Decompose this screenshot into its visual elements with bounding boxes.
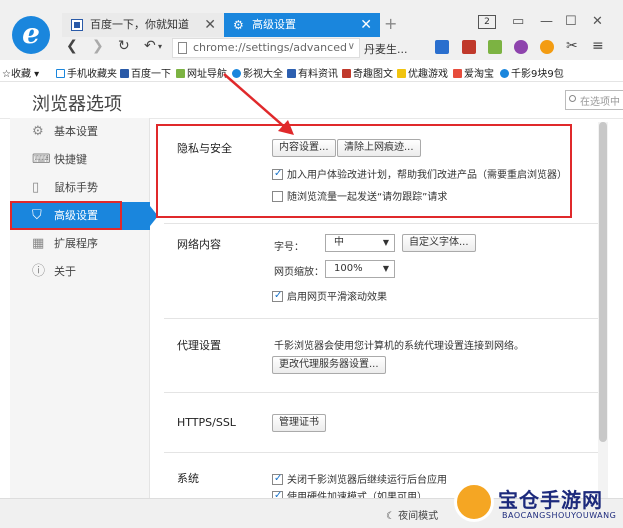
message-icon[interactable]: ▭ xyxy=(512,14,524,29)
keyboard-icon: ⌨ xyxy=(32,152,51,167)
bookmark-item[interactable]: 百度一下 xyxy=(120,65,171,80)
shop-icon xyxy=(500,69,509,78)
menu-icon[interactable]: ≡ xyxy=(592,38,604,54)
annotation-arrow xyxy=(223,73,294,135)
apps-icon[interactable] xyxy=(435,40,449,54)
game-icon[interactable] xyxy=(514,40,528,54)
favorite-icon[interactable] xyxy=(540,40,554,54)
custom-font-button[interactable]: 自定义字体... xyxy=(402,234,476,252)
bookmark-item[interactable]: 千影9块9包 xyxy=(500,65,564,80)
site-watermark: 宝仓手游网 BAOCANGSHOUYOUWANG xyxy=(452,478,623,528)
baidu-favicon-icon xyxy=(71,19,83,31)
image-icon xyxy=(342,69,351,78)
font-size-select[interactable]: 中 ▼ xyxy=(325,234,395,252)
zoom-label: 网页缩放： xyxy=(274,267,324,278)
settings-search-input[interactable]: 在选项中 xyxy=(565,90,623,110)
minimize-icon[interactable]: — xyxy=(540,14,553,29)
bookmark-item[interactable]: 奇趣图文 xyxy=(342,65,393,80)
night-mode-toggle[interactable]: ☾ 夜间模式 xyxy=(386,507,438,522)
address-bar[interactable]: chrome://settings/advanced ∨ xyxy=(172,38,360,58)
bookmark-item[interactable]: 手机收藏夹 xyxy=(56,65,117,80)
settings-scrollbar[interactable] xyxy=(598,122,608,498)
browser-logo[interactable]: e xyxy=(12,16,50,54)
undo-dropdown-icon[interactable]: ▾ xyxy=(158,42,162,51)
star-icon: ☆ xyxy=(2,69,11,80)
address-input[interactable]: chrome://settings/advanced xyxy=(193,41,347,54)
window-count-badge[interactable]: 2 xyxy=(478,15,496,29)
new-tab-button[interactable]: + xyxy=(384,14,397,33)
https-section-label: HTTPS/SSL xyxy=(177,416,236,429)
info-icon: ⓘ xyxy=(32,264,46,279)
section-divider xyxy=(164,223,600,224)
back-icon[interactable]: ❮ xyxy=(66,38,78,54)
chevron-down-icon: ▼ xyxy=(382,264,389,273)
reload-icon[interactable]: ↻ xyxy=(118,38,130,54)
checkbox-checked[interactable] xyxy=(272,290,283,302)
cut-icon[interactable]: ✂ xyxy=(566,38,578,54)
bookmark-item[interactable]: ☆收藏 ▾ xyxy=(2,65,39,80)
bookmark-item[interactable]: 爱淘宝 xyxy=(453,65,494,80)
game-icon xyxy=(397,69,406,78)
close-tab-icon[interactable]: ✕ xyxy=(204,13,216,37)
sidebar-item-about[interactable]: ⓘ 关于 xyxy=(10,258,150,286)
search-icon xyxy=(569,95,576,102)
sidebar-item-shortcuts[interactable]: ⌨ 快捷键 xyxy=(10,146,150,174)
baidu-icon xyxy=(120,69,129,78)
web-content-section-label: 网络内容 xyxy=(177,238,221,251)
bookmarks-bar: ☆收藏 ▾ 手机收藏夹 百度一下 网址导航 影视大全 有料资讯 奇趣图文 优趣游… xyxy=(0,60,623,82)
section-divider xyxy=(164,318,600,319)
change-proxy-button[interactable]: 更改代理服务器设置... xyxy=(272,356,386,374)
sidebar-item-extensions[interactable]: ▦ 扩展程序 xyxy=(10,230,150,258)
sidebar-item-mouse-gestures[interactable]: ▯ 鼠标手势 xyxy=(10,174,150,202)
tab-baidu[interactable]: 百度一下，你就知道 ✕ xyxy=(62,13,224,37)
shopping-icon[interactable] xyxy=(462,40,476,54)
section-divider xyxy=(164,392,600,393)
section-divider xyxy=(164,452,600,453)
moon-icon: ☾ xyxy=(386,511,399,522)
checkbox-checked[interactable] xyxy=(272,473,283,485)
chevron-down-icon[interactable]: ∨ xyxy=(348,41,355,52)
background-apps-checkbox[interactable]: 关闭千影浏览器后继续运行后台应用 xyxy=(272,471,447,486)
chevron-down-icon: ▼ xyxy=(382,238,389,247)
tab-title: 高级设置 xyxy=(252,18,296,31)
gear-icon: ⚙ xyxy=(32,124,44,139)
gear-icon: ⚙ xyxy=(233,18,244,32)
page-icon xyxy=(178,42,187,54)
watermark-mascot-icon xyxy=(454,482,494,522)
advanced-nav-highlight xyxy=(10,201,122,230)
proxy-section-label: 代理设置 xyxy=(177,339,221,352)
close-window-icon[interactable]: ✕ xyxy=(592,14,603,29)
bookmark-item[interactable]: 优趣游戏 xyxy=(397,65,448,80)
sidebar-item-basic[interactable]: ⚙ 基本设置 xyxy=(10,118,150,146)
tab-advanced-settings[interactable]: ⚙ 高级设置 ✕ xyxy=(224,13,380,37)
tab-title: 百度一下，你就知道 xyxy=(90,18,189,31)
mouse-icon: ▯ xyxy=(32,180,40,195)
navigation-icon xyxy=(176,69,185,78)
screenshot-icon[interactable] xyxy=(488,40,502,54)
page-title: 浏览器选项 xyxy=(32,94,122,115)
extensions-icon: ▦ xyxy=(32,236,45,251)
font-size-label: 字号： xyxy=(274,242,304,253)
zoom-select[interactable]: 100% ▼ xyxy=(325,260,395,278)
proxy-description: 千影浏览器会使用您计算机的系统代理设置连接到网络。 xyxy=(274,341,524,352)
undo-icon[interactable]: ↶ xyxy=(144,38,156,54)
phone-icon xyxy=(56,69,65,78)
system-section-label: 系统 xyxy=(177,472,199,485)
taobao-icon xyxy=(453,69,462,78)
browser-titlebar: e 百度一下，你就知道 ✕ ⚙ 高级设置 ✕ + 2 ▭ — ☐ ✕ ❮ ❯ ↻… xyxy=(0,0,623,60)
settings-sidebar: ⚙ 基本设置 ⌨ 快捷键 ▯ 鼠标手势 ⛉ 高级设置 ▦ 扩展程序 ⓘ 关于 xyxy=(10,118,150,498)
manage-certificates-button[interactable]: 管理证书 xyxy=(272,414,326,432)
search-engine-label: 丹麦生... xyxy=(364,43,408,56)
search-engine-box[interactable]: 丹麦生... xyxy=(362,38,422,58)
maximize-icon[interactable]: ☐ xyxy=(565,14,577,29)
scrollbar-thumb[interactable] xyxy=(599,122,607,442)
smooth-scroll-checkbox[interactable]: 启用网页平滑滚动效果 xyxy=(272,288,387,303)
forward-icon[interactable]: ❯ xyxy=(92,38,104,54)
close-tab-icon[interactable]: ✕ xyxy=(360,13,372,37)
